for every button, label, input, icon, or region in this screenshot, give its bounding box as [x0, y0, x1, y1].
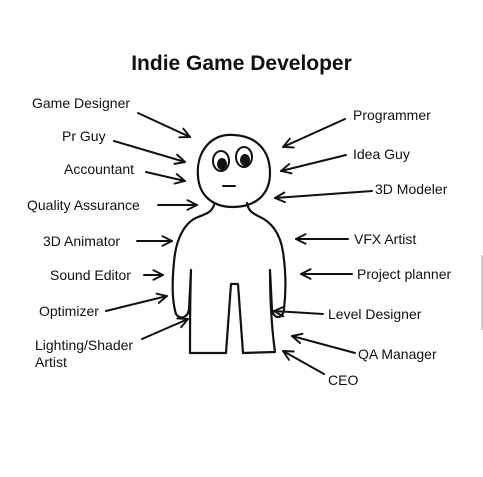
arrow-accountant [145, 171, 186, 185]
arrow-idea-guy [280, 154, 347, 175]
arrow-lighting-shader-artist [141, 317, 189, 340]
arrow-game-designer [137, 112, 191, 139]
arrow-pr-guy [113, 140, 186, 165]
right-pupil [240, 154, 250, 166]
developer-figure [171, 133, 287, 355]
figure-head [196, 133, 272, 209]
drawing [105, 112, 373, 375]
figure-body [171, 201, 287, 355]
left-pupil [217, 158, 227, 170]
arrow-ceo [282, 350, 325, 375]
arrow-optimizer [105, 292, 168, 312]
arrow-level-designer [273, 305, 324, 318]
arrow-3d-modeler [274, 190, 373, 204]
arrow-qa-manager [291, 332, 356, 354]
arrow-programmer [282, 118, 346, 149]
figure-face [212, 146, 253, 187]
